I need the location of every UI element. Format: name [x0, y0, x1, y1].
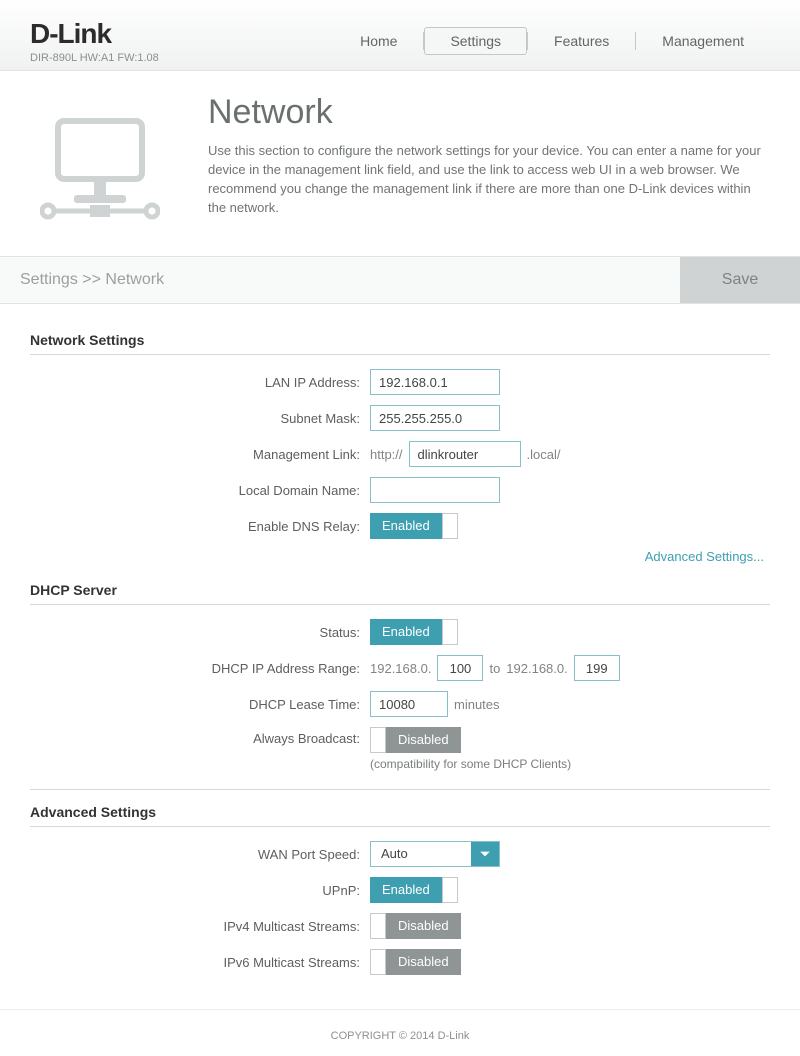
- always-broadcast-label: Always Broadcast:: [30, 727, 370, 746]
- ipv4mc-toggle-label: Disabled: [386, 913, 461, 939]
- advanced-settings-link[interactable]: Advanced Settings...: [645, 549, 764, 564]
- dns-relay-toggle-label: Enabled: [370, 513, 442, 539]
- chevron-down-icon: [471, 842, 499, 866]
- page-hero: Network Use this section to configure th…: [0, 71, 800, 256]
- footer-copyright: COPYRIGHT © 2014 D-Link: [0, 1009, 800, 1056]
- section-rule: [30, 789, 770, 790]
- always-broadcast-toggle-label: Disabled: [386, 727, 461, 753]
- main-nav: Home Settings Features Management: [334, 27, 770, 55]
- wan-speed-label: WAN Port Speed:: [30, 847, 370, 862]
- nav-features[interactable]: Features: [528, 27, 635, 55]
- dhcp-status-label: Status:: [30, 625, 370, 640]
- ipv4mc-label: IPv4 Multicast Streams:: [30, 919, 370, 934]
- always-broadcast-toggle[interactable]: Disabled: [370, 727, 461, 753]
- page-description: Use this section to configure the networ…: [208, 142, 768, 217]
- dhcp-range-end-input[interactable]: [574, 655, 620, 681]
- toggle-knob: [370, 727, 386, 753]
- mgmt-suffix: .local/: [527, 447, 561, 462]
- mgmt-host-input[interactable]: [409, 441, 521, 467]
- save-button[interactable]: Save: [680, 257, 800, 303]
- section-title-dhcp: DHCP Server: [30, 582, 770, 598]
- page-title: Network: [208, 93, 768, 132]
- breadcrumb-bar: Settings >> Network Save: [0, 256, 800, 304]
- dhcp-lease-label: DHCP Lease Time:: [30, 697, 370, 712]
- hero-text: Network Use this section to configure th…: [208, 93, 768, 226]
- lan-ip-input[interactable]: [370, 369, 500, 395]
- ipv6mc-toggle-label: Disabled: [386, 949, 461, 975]
- nav-management[interactable]: Management: [636, 27, 770, 55]
- toggle-knob: [370, 949, 386, 975]
- brand-logo: D-Link: [30, 18, 159, 50]
- mgmt-link-label: Management Link:: [30, 447, 370, 462]
- section-rule: [30, 354, 770, 355]
- subnet-label: Subnet Mask:: [30, 411, 370, 426]
- toggle-knob: [442, 877, 458, 903]
- local-domain-label: Local Domain Name:: [30, 483, 370, 498]
- upnp-toggle[interactable]: Enabled: [370, 877, 458, 903]
- range-prefix-1: 192.168.0.: [370, 661, 431, 676]
- dhcp-lease-input[interactable]: [370, 691, 448, 717]
- dhcp-status-toggle-label: Enabled: [370, 619, 442, 645]
- section-rule: [30, 604, 770, 605]
- toggle-knob: [442, 513, 458, 539]
- subnet-input[interactable]: [370, 405, 500, 431]
- nav-settings[interactable]: Settings: [424, 27, 527, 55]
- mgmt-prefix: http://: [370, 447, 403, 462]
- nav-home[interactable]: Home: [334, 27, 423, 55]
- section-rule: [30, 826, 770, 827]
- range-prefix-2: 192.168.0.: [506, 661, 567, 676]
- dhcp-range-start-input[interactable]: [437, 655, 483, 681]
- dns-relay-toggle[interactable]: Enabled: [370, 513, 458, 539]
- ipv6mc-toggle[interactable]: Disabled: [370, 949, 461, 975]
- model-info: DIR-890L HW:A1 FW:1.08: [30, 52, 159, 64]
- network-hero-icon: [40, 93, 180, 226]
- section-title-network: Network Settings: [30, 332, 770, 348]
- local-domain-input[interactable]: [370, 477, 500, 503]
- wan-speed-select[interactable]: Auto: [370, 841, 500, 867]
- dhcp-lease-unit: minutes: [454, 697, 500, 712]
- wan-speed-value: Auto: [371, 842, 471, 866]
- ipv4mc-toggle[interactable]: Disabled: [370, 913, 461, 939]
- upnp-label: UPnP:: [30, 883, 370, 898]
- always-broadcast-hint: (compatibility for some DHCP Clients): [370, 757, 571, 771]
- toggle-knob: [442, 619, 458, 645]
- brand-block: D-Link DIR-890L HW:A1 FW:1.08: [30, 18, 159, 64]
- section-title-advanced: Advanced Settings: [30, 804, 770, 820]
- dhcp-range-label: DHCP IP Address Range:: [30, 661, 370, 676]
- range-to: to: [489, 661, 500, 676]
- dhcp-status-toggle[interactable]: Enabled: [370, 619, 458, 645]
- page-body: Network Settings LAN IP Address: Subnet …: [0, 304, 800, 1009]
- ipv6mc-label: IPv6 Multicast Streams:: [30, 955, 370, 970]
- breadcrumb: Settings >> Network: [0, 257, 680, 303]
- lan-ip-label: LAN IP Address:: [30, 375, 370, 390]
- upnp-toggle-label: Enabled: [370, 877, 442, 903]
- top-bar: D-Link DIR-890L HW:A1 FW:1.08 Home Setti…: [0, 0, 800, 71]
- dns-relay-label: Enable DNS Relay:: [30, 519, 370, 534]
- toggle-knob: [370, 913, 386, 939]
